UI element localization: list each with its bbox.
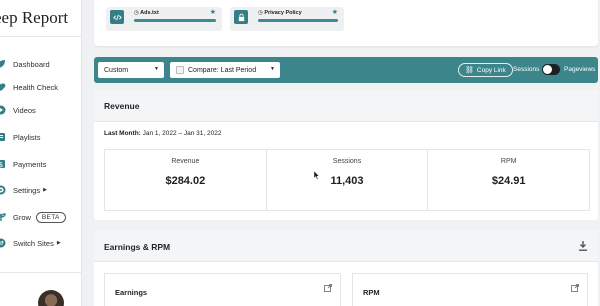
revenue-card-header: Revenue [94, 90, 598, 122]
earnings-rpm-header: Earnings & RPM [94, 230, 598, 262]
leaf-icon [0, 60, 5, 68]
sidebar-divider [0, 36, 82, 37]
beta-badge: BETA [35, 211, 66, 223]
chevron-right-icon: ▶ [43, 187, 47, 193]
sidebar-item-grow[interactable]: Grow BETA [0, 209, 66, 225]
rpm-chart-card: RPM [352, 273, 588, 306]
sidebar-item-label: Switch Sites [13, 238, 54, 248]
playlist-icon [0, 133, 5, 141]
clock-icon: ◷ [134, 10, 139, 16]
revenue-title: Revenue [104, 101, 140, 111]
progress-bar [134, 19, 216, 22]
sidebar-item-health-check[interactable]: Health Check [0, 79, 58, 95]
sidebar-item-switch-sites[interactable]: Switch Sites ▶ [0, 235, 61, 251]
filter-bar: Custom ▼ Compare: Last Period ▼ ⛓ Copy L… [94, 57, 598, 83]
sprout-icon [0, 213, 6, 221]
sidebar-item-playlists[interactable]: Playlists [0, 129, 41, 145]
sidebar-item-label: Dashboard [13, 59, 50, 69]
play-icon [0, 105, 6, 115]
svg-text:$: $ [0, 161, 3, 169]
sidebar-item-payments[interactable]: $ Payments [0, 156, 46, 172]
metrics-row: Revenue $284.02 Sessions 11,403 RPM $24.… [104, 149, 590, 211]
metric-label: RPM [500, 158, 517, 165]
compare-select[interactable]: Compare: Last Period ▼ [170, 62, 280, 78]
progress-bar [258, 19, 338, 22]
checklist-item-label: ◷ Ads.txt [134, 10, 159, 16]
sidebar-item-label: Videos [13, 105, 36, 115]
revenue-card: Revenue Last Month: Jan 1, 2022 – Jan 31… [94, 90, 598, 220]
heart-icon [0, 83, 6, 91]
download-icon[interactable] [578, 240, 588, 252]
metric-value: $24.91 [491, 175, 526, 187]
external-link-icon[interactable] [324, 284, 332, 292]
copy-link-label: Copy Link [476, 66, 506, 74]
chevron-down-icon: ▼ [270, 66, 275, 72]
checklist-item-privacy-policy[interactable]: ◷ Privacy Policy ★ [230, 7, 344, 31]
gear-icon [0, 185, 6, 195]
date-range-select[interactable]: Custom ▼ [98, 62, 164, 78]
star-icon[interactable]: ★ [210, 8, 216, 16]
copy-link-button[interactable]: ⛓ Copy Link [458, 63, 513, 77]
toggle-knob [543, 65, 552, 74]
brand-title: eep Report [0, 8, 69, 27]
date-range-value: Custom [104, 66, 129, 74]
checklist-card: ◷ Ads.txt ★ ◷ Privacy Policy ★ [94, 0, 598, 46]
metric-label: Sessions [332, 158, 362, 165]
star-icon[interactable]: ★ [332, 8, 338, 16]
chevron-right-icon: ▶ [56, 240, 61, 246]
sidebar-item-label: Grow [13, 212, 31, 222]
avatar[interactable] [38, 290, 64, 306]
mouse-cursor [314, 171, 320, 180]
metric-rpm: RPM $24.91 [428, 150, 589, 210]
sidebar-divider [0, 272, 82, 273]
toggle-label-sessions: Sessions [513, 66, 540, 73]
toggle-label-pageviews: Pageviews [564, 66, 596, 73]
metric-value: 11,403 [330, 175, 364, 187]
checklist-item-label: ◷ Privacy Policy [258, 10, 302, 16]
earnings-chart-card: Earnings [104, 273, 341, 306]
compare-value: Compare: Last Period [188, 66, 257, 74]
metric-sessions: Sessions 11,403 [267, 150, 429, 210]
sessions-pageviews-toggle[interactable] [542, 64, 560, 75]
sidebar-item-settings[interactable]: Settings ▶ [0, 182, 47, 198]
sidebar-item-label: Payments [13, 159, 47, 169]
period-summary: Last Month: Jan 1, 2022 – Jan 31, 2022 [104, 130, 221, 137]
sidebar: eep Report Dashboard Health Check Videos… [0, 0, 82, 306]
sidebar-item-label: Settings [13, 185, 41, 195]
period-label: Last Month: [104, 130, 141, 137]
earnings-rpm-card: Earnings & RPM Earnings RPM [94, 230, 598, 306]
swap-icon [0, 238, 6, 248]
lock-icon [234, 10, 248, 24]
link-icon: ⛓ [465, 67, 474, 74]
sidebar-item-label: Playlists [13, 132, 41, 142]
rpm-title: RPM [363, 288, 380, 297]
clock-icon: ◷ [258, 10, 263, 16]
checklist-item-ads-txt[interactable]: ◷ Ads.txt ★ [106, 7, 222, 31]
code-icon [110, 10, 124, 24]
dollar-icon: $ [0, 160, 5, 169]
period-value: Jan 1, 2022 – Jan 31, 2022 [142, 130, 222, 137]
earnings-title: Earnings [115, 288, 148, 297]
sidebar-item-label: Health Check [13, 82, 59, 92]
external-link-icon[interactable] [571, 284, 579, 292]
chevron-down-icon: ▼ [154, 66, 159, 72]
metric-revenue: Revenue $284.02 [105, 150, 267, 210]
sidebar-item-dashboard[interactable]: Dashboard [0, 56, 50, 72]
metric-label: Revenue [171, 158, 200, 165]
earnings-rpm-title: Earnings & RPM [104, 242, 171, 252]
sidebar-item-videos[interactable]: Videos [0, 102, 36, 118]
calendar-icon [176, 66, 184, 74]
metric-value: $284.02 [165, 175, 206, 187]
